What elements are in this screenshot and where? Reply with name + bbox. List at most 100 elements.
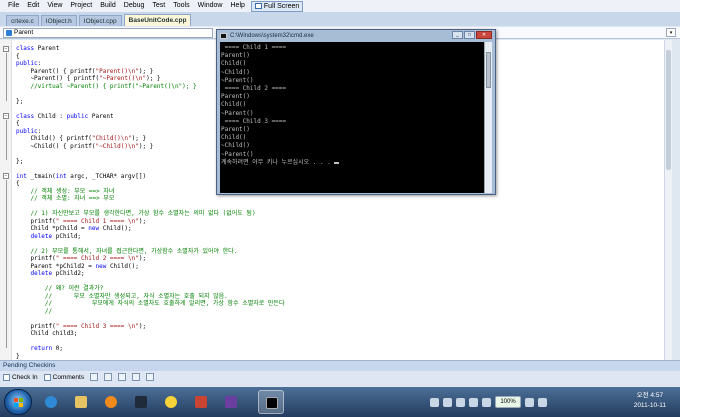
maximize-button[interactable]: □	[464, 31, 475, 39]
comments-label: Comments	[52, 373, 85, 381]
menu-test[interactable]: Test	[148, 0, 169, 12]
app2-icon	[195, 396, 207, 408]
app-icon	[135, 396, 147, 408]
code-line: delete pChild;	[30, 232, 82, 240]
full-screen-button[interactable]: Full Screen	[250, 0, 304, 12]
code-line: // 왜? 이런 결과가?	[44, 285, 104, 292]
ie-taskbar-button[interactable]	[38, 390, 64, 414]
code-line: Child child3;	[16, 330, 78, 337]
chat-taskbar-button[interactable]	[158, 390, 184, 414]
conflicts-icon[interactable]	[146, 373, 155, 381]
code-line: ​	[16, 278, 284, 286]
menu-help[interactable]: Help	[227, 0, 249, 12]
editor-vertical-scrollbar[interactable]	[664, 40, 672, 360]
tab-iobject-cpp[interactable]: IObject.cpp	[78, 15, 122, 26]
tab-iobject-h[interactable]: IObject.h	[40, 15, 77, 26]
menu-file[interactable]: File	[4, 0, 23, 12]
media-player-taskbar-button[interactable]	[98, 390, 124, 414]
split-window-icon[interactable]: ▾	[666, 28, 676, 37]
menu-window[interactable]: Window	[194, 0, 227, 12]
console-line: ==== Child 2 ====	[221, 85, 287, 93]
taskbar: 100% 오전 4:57 2011-10-11	[0, 387, 680, 417]
work-items-icon[interactable]	[104, 373, 113, 381]
console-title: C:\Windows\system32\cmd.exe	[230, 32, 314, 39]
document-tabs: crtexe.c IObject.h IObject.cpp BaseUnitC…	[0, 12, 680, 26]
menu-bar: File Edit View Project Build Debug Test …	[0, 0, 680, 12]
code-line: // 1) 자신만보고 부모를 생각한다면, 가상 함수 소멸자는 의미 없다 …	[30, 210, 256, 217]
tray-icon[interactable]	[482, 397, 491, 407]
console-line: ==== Child 3 ====	[221, 117, 287, 125]
source-files-icon[interactable]	[90, 373, 99, 381]
console-window[interactable]: C:\Windows\system32\cmd.exe _ □ ✕ ==== C…	[216, 29, 496, 195]
tray-icon[interactable]	[443, 397, 452, 407]
console-line: ~Parent()	[221, 109, 254, 117]
tab-baseunitcode[interactable]: BaseUnitCode.cpp	[123, 14, 192, 26]
code-line: // 부모에게 자식의 소멸자도 호출하게 알리면, 가상 함수 소멸자로 만든…	[44, 300, 285, 307]
check-in-icon	[3, 373, 10, 381]
code-line: return 0;	[30, 345, 63, 352]
notes-icon[interactable]	[118, 373, 127, 381]
cmd-taskbar-button[interactable]	[258, 390, 284, 414]
outline-margin: − − −	[0, 40, 12, 360]
console-output-area[interactable]: ==== Child 1 ==== Parent() Child() ~Child()…	[220, 42, 484, 193]
internet-explorer-icon	[45, 396, 57, 408]
tray-icon[interactable]	[430, 397, 439, 407]
start-button[interactable]	[4, 389, 32, 415]
menu-project[interactable]: Project	[66, 0, 96, 12]
menu-edit[interactable]: Edit	[23, 0, 43, 12]
console-scrollbar[interactable]	[484, 42, 492, 193]
comments-button[interactable]: Comments	[43, 373, 85, 381]
pending-checkins-panel: Pending Checkins Check In Comments	[0, 360, 680, 386]
close-button[interactable]: ✕	[476, 31, 492, 39]
code-line: ​	[16, 315, 284, 323]
tray-icon[interactable]	[469, 397, 478, 407]
console-line: ~Child()	[221, 68, 250, 76]
outline-line	[6, 120, 7, 160]
code-line: // 2) 부모를 통해서, 자녀를 접근한다면, 가상함수 소멸자가 있어야 …	[30, 247, 238, 255]
code-line: // 객체 소멸: 자녀 ==> 부모	[30, 195, 115, 202]
code-line: // 부모 소멸자만 생성되고, 자식 소멸자는 호출 되지 않음.	[44, 292, 228, 300]
class-icon	[6, 29, 12, 36]
menu-build[interactable]: Build	[96, 0, 120, 12]
media-player-icon	[105, 396, 117, 408]
console-scroll-thumb[interactable]	[486, 52, 491, 88]
console-line: ~Parent()	[221, 150, 254, 158]
collapse-icon[interactable]: −	[3, 46, 9, 52]
console-line: Parent()	[221, 52, 250, 60]
clock[interactable]: 오전 4:57 2011-10-11	[634, 391, 666, 411]
app2-taskbar-button[interactable]	[188, 390, 214, 414]
check-in-button[interactable]: Check In	[3, 373, 38, 381]
code-line: printf(" ==== Child 2 ==== \n");	[16, 255, 147, 262]
code-line: delete pChild2;	[30, 270, 85, 277]
console-line: Parent()	[221, 126, 250, 134]
window-controls: _ □ ✕	[452, 31, 492, 39]
code-line: ​	[16, 203, 284, 211]
minimize-button[interactable]: _	[452, 31, 463, 39]
menu-debug[interactable]: Debug	[120, 0, 149, 12]
tray-icon[interactable]	[456, 397, 465, 407]
visual-studio-taskbar-button[interactable]	[218, 390, 244, 414]
console-line: 계속하려면 아무 키나 누르십시오 . . .	[221, 159, 340, 167]
scrollbar-thumb[interactable]	[666, 50, 671, 170]
explorer-taskbar-button[interactable]	[68, 390, 94, 414]
app-taskbar-button[interactable]	[128, 390, 154, 414]
panel-title: Pending Checkins	[0, 361, 680, 371]
tab-crtexe[interactable]: crtexe.c	[6, 15, 39, 26]
scope-dropdown[interactable]: Parent	[3, 27, 213, 38]
console-line: ==== Child 1 ====	[221, 44, 287, 51]
console-icon	[266, 397, 278, 409]
visual-studio-icon	[225, 396, 237, 408]
collapse-icon[interactable]: −	[3, 113, 9, 119]
policy-icon[interactable]	[132, 373, 141, 381]
menu-tools[interactable]: Tools	[169, 0, 193, 12]
console-cursor	[334, 161, 340, 164]
folder-icon	[75, 396, 87, 408]
network-icon[interactable]	[525, 397, 534, 407]
code-line: ​	[16, 338, 284, 346]
console-line: Child()	[221, 101, 247, 109]
zoom-level[interactable]: 100%	[495, 396, 521, 408]
console-line: Parent()	[221, 93, 250, 101]
collapse-icon[interactable]: −	[3, 173, 9, 179]
menu-view[interactable]: View	[43, 0, 66, 12]
volume-icon[interactable]	[538, 397, 547, 407]
